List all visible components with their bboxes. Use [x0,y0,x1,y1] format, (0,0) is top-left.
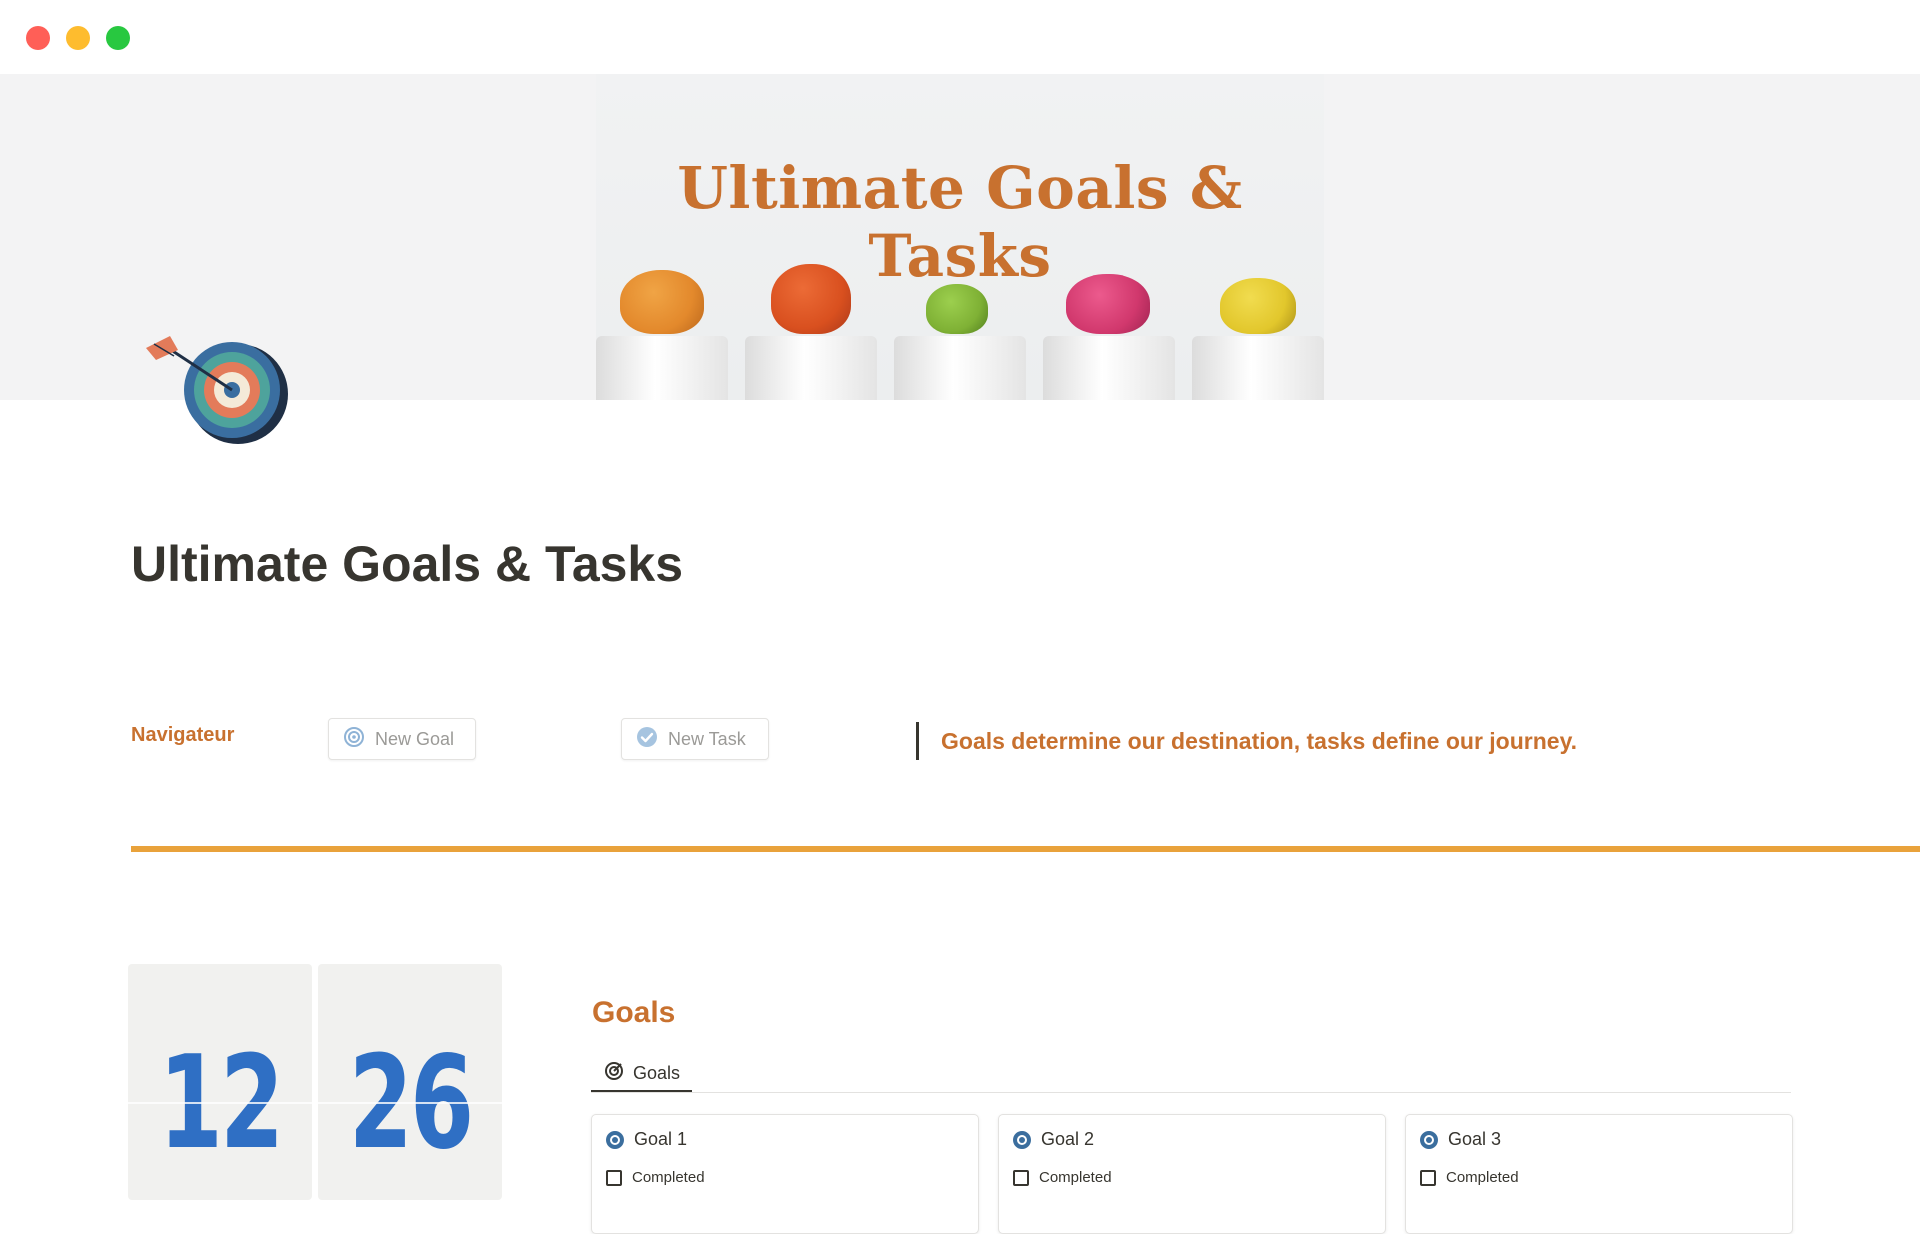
goal-title: Goal 1 [634,1129,688,1149]
goal-status-icon [1013,1130,1031,1149]
cactus-pot [1192,336,1324,400]
new-task-button[interactable]: New Task [621,718,769,760]
goal-card-title: Goal 3 [1420,1129,1501,1150]
completed-checkbox-row[interactable]: Completed [1420,1169,1519,1186]
window-titlebar [0,0,1920,74]
tab-goals[interactable]: Goals [591,1052,692,1094]
counter-split-line [128,1102,312,1104]
maximize-window-button[interactable] [106,26,130,50]
cover-image: Ultimate Goals & Tasks [596,74,1324,400]
cactus-pink [1066,274,1150,334]
new-task-label: New Task [668,728,746,749]
new-goal-button[interactable]: New Goal [328,718,476,760]
cover-title: Ultimate Goals & Tasks [677,154,1243,290]
goal-title: Goal 2 [1041,1129,1095,1149]
goal-card[interactable]: Goal 3 Completed [1405,1114,1793,1234]
goal-card[interactable]: Goal 1 Completed [591,1114,979,1234]
completed-checkbox[interactable] [1013,1169,1029,1186]
cactus-pot [1043,336,1175,400]
page-title[interactable]: Ultimate Goals & Tasks [131,535,683,593]
tasks-count-value: 26 [348,1029,474,1178]
check-circle-icon [636,726,658,753]
completed-label: Completed [1039,1169,1112,1186]
quote-text: Goals determine our destination, tasks d… [941,727,1578,754]
navigator-label: Navigateur [131,724,235,746]
cactus-pot [894,336,1026,400]
cactus-pot [596,336,728,400]
cactus-yellow [1220,278,1296,334]
quote-block: Goals determine our destination, tasks d… [916,722,1577,760]
tasks-counter: 26 [318,964,502,1200]
completed-label: Completed [1446,1169,1519,1186]
tab-label: Goals [633,1062,681,1083]
completed-label: Completed [632,1169,705,1186]
target-icon [343,726,365,753]
goal-status-icon [1420,1130,1438,1149]
cactus-green [926,284,988,334]
target-arrow-icon[interactable] [140,328,300,458]
goal-title: Goal 3 [1448,1129,1502,1149]
goal-card-title: Goal 1 [606,1129,687,1150]
goal-status-icon [606,1130,624,1149]
completed-checkbox-row[interactable]: Completed [1013,1169,1112,1186]
new-goal-label: New Goal [375,728,455,749]
goals-heading: Goals [592,996,676,1029]
completed-checkbox-row[interactable]: Completed [606,1169,705,1186]
cactus-pot [745,336,877,400]
completed-checkbox[interactable] [606,1169,622,1186]
close-window-button[interactable] [26,26,50,50]
counter-split-line [318,1102,502,1104]
goal-card[interactable]: Goal 2 Completed [998,1114,1386,1234]
completed-checkbox[interactable] [1420,1169,1436,1186]
goals-count-value: 12 [158,1029,284,1178]
tabs-divider [591,1092,1791,1093]
cactus-orange [620,270,704,334]
minimize-window-button[interactable] [66,26,90,50]
cactus-red [771,264,851,334]
target-icon [603,1060,625,1087]
goals-counter: 12 [128,964,312,1200]
goal-card-title: Goal 2 [1013,1129,1094,1150]
section-divider [131,846,1920,852]
